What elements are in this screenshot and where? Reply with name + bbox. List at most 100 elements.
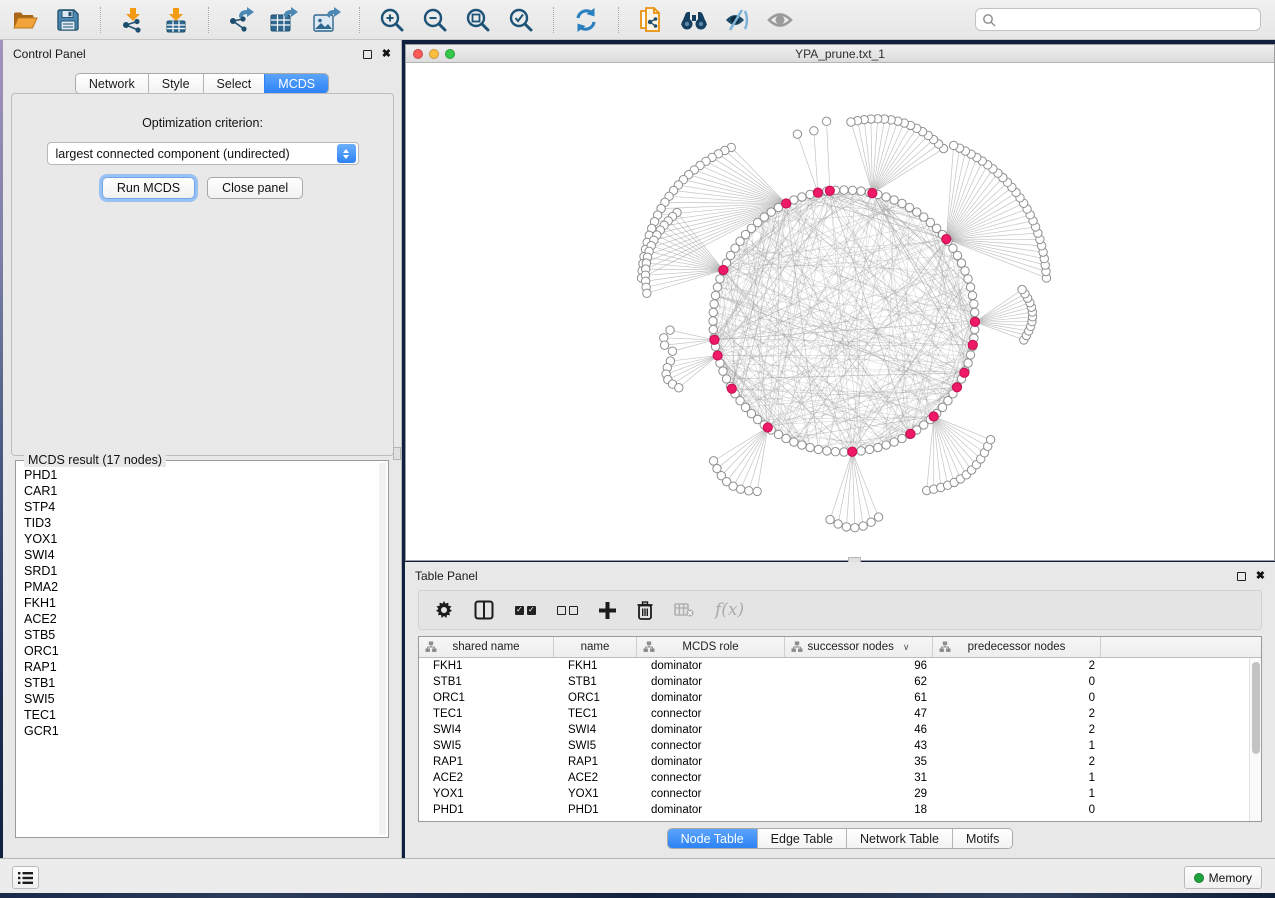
table-row[interactable]: SWI5SWI5connector431 [419,738,1249,754]
mcds-result-item[interactable]: ORC1 [18,643,378,659]
network-node[interactable] [971,308,979,316]
mcds-hub-node[interactable] [848,447,857,456]
close-table-panel-icon[interactable]: ✖ [1256,572,1265,581]
network-node[interactable] [949,141,957,149]
split-view-icon[interactable] [474,600,494,620]
network-graph[interactable] [406,63,1274,560]
mcds-result-item[interactable]: RAP1 [18,659,378,675]
network-node[interactable] [826,515,834,523]
network-node[interactable] [675,384,683,392]
float-panel-icon[interactable] [363,50,372,59]
network-node[interactable] [810,127,818,135]
network-node[interactable] [719,367,727,375]
search-input[interactable] [996,13,1254,27]
mcds-hub-node[interactable] [763,423,772,432]
mcds-result-item[interactable]: SWI5 [18,691,378,707]
search-field[interactable] [975,8,1261,31]
zoom-fit-icon[interactable] [463,5,493,35]
open-folder-icon[interactable] [10,5,40,35]
tab-motifs[interactable]: Motifs [952,829,1012,848]
network-node[interactable] [736,485,744,493]
zoom-in-icon[interactable] [377,5,407,35]
network-window-titlebar[interactable]: YPA_prune.txt_1 [406,45,1274,63]
memory-button[interactable]: Memory [1184,866,1262,889]
mcds-result-item[interactable]: TID3 [18,515,378,531]
network-node[interactable] [782,434,790,442]
column-header-predecessor-nodes[interactable]: predecessor nodes [933,637,1101,657]
import-network-icon[interactable] [118,5,148,35]
mcds-hub-node[interactable] [713,351,722,360]
gear-icon[interactable] [435,601,453,619]
tab-node-table[interactable]: Node Table [668,829,757,848]
network-node[interactable] [882,193,890,201]
mcds-hub-node[interactable] [727,384,736,393]
float-table-panel-icon[interactable] [1237,572,1246,581]
delete-column-icon[interactable] [637,601,653,620]
network-node[interactable] [716,275,724,283]
network-node[interactable] [865,445,873,453]
table-row[interactable]: YOX1YOX1connector291 [419,786,1249,802]
network-node[interactable] [857,187,865,195]
mcds-result-item[interactable]: ACE2 [18,611,378,627]
mcds-result-item[interactable]: PMA2 [18,579,378,595]
tab-network-table[interactable]: Network Table [846,829,952,848]
network-node[interactable] [822,117,830,125]
table-row[interactable]: TEC1TEC1connector472 [419,706,1249,722]
network-node[interactable] [711,291,719,299]
network-node[interactable] [668,347,676,355]
search-network-icon[interactable] [679,5,709,35]
network-node[interactable] [666,326,674,334]
mcds-hub-node[interactable] [929,412,938,421]
network-node[interactable] [970,300,978,308]
network-node[interactable] [790,438,798,446]
network-node[interactable] [831,448,839,456]
mcds-hub-node[interactable] [825,186,834,195]
network-node[interactable] [709,317,717,325]
table-scrollbar-thumb[interactable] [1252,662,1260,754]
mcds-result-item[interactable]: STB5 [18,627,378,643]
table-row[interactable]: STB1STB1dominator620 [419,674,1249,690]
table-row[interactable]: PHD1PHD1dominator180 [419,802,1249,818]
mcds-hub-node[interactable] [960,368,969,377]
network-node[interactable] [745,487,753,495]
network-node[interactable] [966,283,974,291]
network-node[interactable] [890,196,898,204]
vertical-splitter-grip[interactable] [393,447,401,460]
network-node[interactable] [660,341,668,349]
network-node[interactable] [709,308,717,316]
network-node[interactable] [898,199,906,207]
table-scrollbar[interactable] [1249,658,1261,821]
network-node[interactable] [961,267,969,275]
mcds-hub-node[interactable] [942,234,951,243]
mcds-hub-node[interactable] [813,188,822,197]
network-node[interactable] [848,186,856,194]
select-all-columns-icon[interactable] [515,606,536,615]
mcds-result-item[interactable]: YOX1 [18,531,378,547]
tab-edge-table[interactable]: Edge Table [757,829,846,848]
network-node[interactable] [823,447,831,455]
network-node[interactable] [851,523,859,531]
network-node[interactable] [874,513,882,521]
network-node[interactable] [840,448,848,456]
mcds-hub-node[interactable] [970,317,979,326]
mcds-result-item[interactable]: GCR1 [18,723,378,739]
mcds-hub-node[interactable] [868,189,877,198]
network-node[interactable] [753,487,761,495]
mcds-result-item[interactable]: CAR1 [18,483,378,499]
mcds-hub-node[interactable] [968,340,977,349]
tab-network[interactable]: Network [76,74,148,93]
table-row[interactable]: RAP1RAP1dominator352 [419,754,1249,770]
mcds-hub-node[interactable] [710,335,719,344]
network-node[interactable] [847,118,855,126]
network-node[interactable] [722,375,730,383]
network-node[interactable] [890,438,898,446]
mcds-hub-node[interactable] [952,383,961,392]
column-header-shared-name[interactable]: shared name [419,637,554,657]
mcds-hub-node[interactable] [906,429,915,438]
network-node[interactable] [842,523,850,531]
network-node[interactable] [964,359,972,367]
table-row[interactable]: ACE2ACE2connector311 [419,770,1249,786]
network-node[interactable] [774,430,782,438]
import-table-icon[interactable] [161,5,191,35]
network-node[interactable] [867,518,875,526]
